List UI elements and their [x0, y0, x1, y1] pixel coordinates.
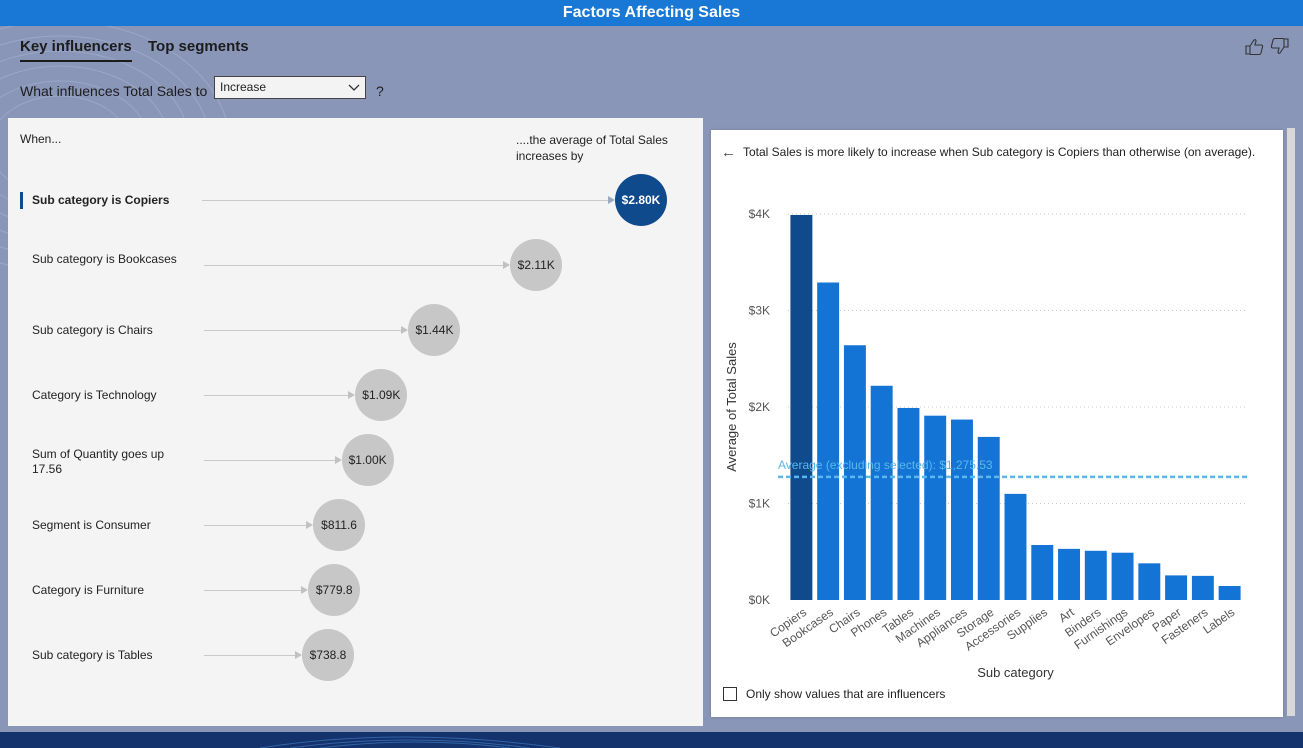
influencer-row[interactable]: Sub category is Tables $738.8	[8, 623, 703, 687]
bottom-swirl-decoration	[259, 736, 561, 748]
arrow-right-icon	[334, 456, 342, 464]
bar	[1111, 552, 1134, 600]
y-axis-title: Average of Total Sales	[724, 342, 739, 472]
influencers-panel: When... ....the average of Total Sales i…	[8, 118, 703, 726]
help-icon[interactable]: ?	[376, 83, 384, 99]
influencer-row[interactable]: Sum of Quantity goes up 17.56 $1.00K	[8, 428, 703, 492]
arrow-right-icon	[295, 651, 302, 659]
influencer-value-bubble: $2.11K	[510, 239, 563, 291]
influencer-label: Category is Technology	[32, 388, 157, 402]
bar	[1218, 586, 1241, 600]
bar	[1138, 563, 1161, 600]
arrow-right-icon	[301, 586, 309, 594]
arrow-right-icon	[306, 521, 314, 529]
influencer-connector-line	[204, 655, 295, 656]
average-increase-label: ....the average of Total Sales increases…	[516, 133, 668, 163]
bar	[1084, 550, 1107, 600]
checkbox-box[interactable]	[723, 687, 737, 701]
influencer-connector-line	[202, 200, 608, 201]
checkbox-label: Only show values that are influencers	[746, 687, 946, 701]
influencer-value-bubble: $2.80K	[615, 174, 667, 226]
influencer-value-bubble: $1.44K	[408, 304, 461, 356]
bar	[924, 415, 947, 600]
influencer-value-bubble: $779.8	[308, 564, 361, 616]
influencer-label: Segment is Consumer	[32, 518, 151, 532]
y-tick-label: $2K	[749, 400, 770, 414]
dropdown-value: Increase	[220, 80, 267, 94]
bar	[1031, 544, 1054, 600]
y-tick-label: $4K	[749, 207, 770, 221]
thumbs-up-icon[interactable]	[1245, 38, 1264, 60]
arrow-right-icon	[608, 196, 615, 204]
y-tick-label: $3K	[749, 304, 770, 318]
influencer-label: Sub category is Bookcases	[32, 252, 177, 266]
influencers-only-checkbox[interactable]: Only show values that are influencers	[723, 687, 945, 701]
influencer-detail-panel: ← Total Sales is more likely to increase…	[711, 130, 1283, 717]
influencer-row[interactable]: Sub category is Bookcases $2.11K	[8, 233, 703, 297]
influencer-value-bubble: $811.6	[313, 499, 366, 551]
thumbs-down-icon[interactable]	[1270, 37, 1289, 60]
y-tick-label: $0K	[749, 593, 770, 607]
vertical-scrollbar[interactable]	[1287, 128, 1295, 716]
influencer-label: Sum of Quantity goes up 17.56	[32, 447, 165, 476]
reference-line-label: Average (excluding selected): $1,275.53	[778, 458, 993, 472]
tab-top-segments[interactable]: Top segments	[148, 38, 249, 55]
tab-key-influencers[interactable]: Key influencers	[20, 38, 132, 55]
influencer-connector-line	[204, 395, 349, 396]
question-label: What influences Total Sales to	[20, 83, 208, 99]
influencer-connector-line	[204, 265, 504, 266]
influencer-connector-line	[204, 525, 307, 526]
influencer-row[interactable]: Sub category is Chairs $1.44K	[8, 298, 703, 362]
report-frame: Factors Affecting Sales Key influencers …	[0, 0, 1303, 748]
feedback-buttons	[1245, 37, 1289, 60]
bar	[817, 282, 840, 600]
influencer-label: Sub category is Chairs	[32, 323, 153, 337]
bar	[843, 345, 866, 600]
arrow-right-icon	[348, 391, 356, 399]
influencer-row[interactable]: Category is Furniture $779.8	[8, 558, 703, 622]
influencer-value-bubble: $738.8	[302, 629, 354, 681]
report-title: Factors Affecting Sales	[0, 0, 1303, 27]
influencer-label: Sub category is Tables	[32, 648, 153, 662]
bar	[897, 407, 920, 600]
y-tick-label: $1K	[749, 497, 770, 511]
arrow-right-icon	[503, 261, 511, 269]
influencer-connector-line	[204, 590, 302, 591]
influence-direction-dropdown[interactable]: Increase	[214, 76, 366, 99]
bar	[950, 419, 973, 600]
bar	[1191, 575, 1214, 600]
chevron-down-icon	[347, 77, 361, 105]
bar-chart: $0K$1K$2K$3K$4KCopiersBookcasesChairsPho…	[724, 207, 1247, 680]
active-tab-underline	[20, 60, 132, 62]
influencer-connector-line	[204, 330, 402, 331]
influencer-value-bubble: $1.09K	[355, 369, 408, 421]
bar	[1058, 548, 1081, 600]
influencer-label: Sub category is Copiers	[32, 193, 170, 207]
key-influencers-visual: Key influencers Top segments What influe…	[0, 26, 1303, 732]
arrow-right-icon	[401, 326, 409, 334]
influencer-row[interactable]: Sub category is Copiers $2.80K	[8, 168, 703, 232]
x-axis-title: Sub category	[977, 665, 1054, 680]
when-label: When...	[20, 132, 62, 146]
bar	[1165, 575, 1188, 600]
influencer-connector-line	[204, 460, 335, 461]
bottom-decoration	[0, 732, 1303, 748]
influencer-value-bubble: $1.00K	[341, 434, 394, 486]
bar	[1004, 493, 1027, 600]
influencer-row[interactable]: Category is Technology $1.09K	[8, 363, 703, 427]
influencer-label: Category is Furniture	[32, 583, 145, 597]
influencer-row[interactable]: Segment is Consumer $811.6	[8, 493, 703, 557]
bar	[870, 385, 893, 600]
bar	[790, 214, 813, 600]
